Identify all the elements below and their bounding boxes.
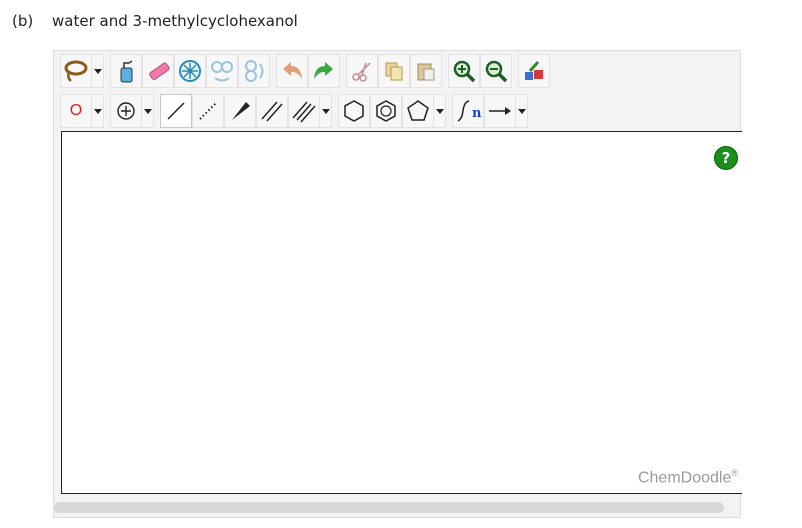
flip-horizontal-icon xyxy=(211,61,233,82)
zoom-out-icon xyxy=(485,60,508,83)
cleanup-button[interactable] xyxy=(518,54,550,88)
zoom-in-icon xyxy=(453,60,476,83)
chemdoodle-editor: O n ? ChemDoodle® xyxy=(53,50,742,518)
bond-dropdown[interactable] xyxy=(320,94,332,128)
help-button[interactable]: ? xyxy=(714,146,738,170)
center-button[interactable] xyxy=(174,54,206,88)
wedge-bond-icon xyxy=(232,102,250,120)
arrow-dropdown[interactable] xyxy=(516,94,528,128)
charge-plus-icon xyxy=(117,102,135,120)
drawing-canvas[interactable]: ? ChemDoodle® xyxy=(61,131,742,494)
arrow-button[interactable] xyxy=(484,94,516,128)
clear-button[interactable] xyxy=(110,54,142,88)
cut-button[interactable] xyxy=(346,54,378,88)
triple-bond-icon xyxy=(292,101,316,123)
chain-label: n xyxy=(472,106,482,121)
element-button[interactable]: O xyxy=(60,94,92,128)
charge-button[interactable] xyxy=(110,94,142,128)
lasso-dropdown[interactable] xyxy=(92,54,104,88)
question-text: water and 3-methylcyclohexanol xyxy=(52,12,298,30)
cleanup-icon xyxy=(525,61,543,80)
lasso-button[interactable] xyxy=(60,54,92,88)
undo-button[interactable] xyxy=(276,54,308,88)
flip-vertical-button[interactable] xyxy=(238,54,270,88)
cyclopentane-button[interactable] xyxy=(402,94,434,128)
clear-bottle-icon xyxy=(120,60,133,83)
flip-vertical-icon xyxy=(245,60,264,82)
chain-button[interactable]: n xyxy=(452,94,484,128)
copy-button[interactable] xyxy=(378,54,410,88)
cyclopentane-icon xyxy=(407,100,429,121)
arrow-icon xyxy=(489,107,511,115)
center-icon xyxy=(179,60,201,82)
cut-icon xyxy=(352,62,371,82)
zoom-in-button[interactable] xyxy=(448,54,480,88)
redo-icon xyxy=(314,62,333,79)
wedge-bond-button[interactable] xyxy=(224,94,256,128)
copy-icon xyxy=(385,62,403,81)
paste-button[interactable] xyxy=(410,54,442,88)
ring-dropdown[interactable] xyxy=(434,94,446,128)
double-bond-icon xyxy=(261,101,283,122)
lasso-icon xyxy=(64,60,88,82)
brand-registered-mark: ® xyxy=(731,467,738,478)
dashed-bond-button[interactable] xyxy=(192,94,224,128)
cyclohexane-button[interactable] xyxy=(338,94,370,128)
toolbar-row-1 xyxy=(60,53,556,89)
eraser-button[interactable] xyxy=(142,54,174,88)
toolbar-row-2: O n xyxy=(60,93,534,129)
single-bond-icon xyxy=(167,102,185,120)
zoom-out-button[interactable] xyxy=(480,54,512,88)
question-line: (b) water and 3-methylcyclohexanol xyxy=(12,12,298,30)
benzene-icon xyxy=(376,100,396,122)
charge-dropdown[interactable] xyxy=(142,94,154,128)
undo-icon xyxy=(283,62,302,79)
triple-bond-button[interactable] xyxy=(288,94,320,128)
paste-icon xyxy=(417,63,435,81)
dashed-bond-icon xyxy=(199,102,217,120)
single-bond-button[interactable] xyxy=(160,94,192,128)
flip-horizontal-button[interactable] xyxy=(206,54,238,88)
horizontal-scrollbar[interactable] xyxy=(54,502,724,513)
benzene-button[interactable] xyxy=(370,94,402,128)
chemdoodle-watermark: ChemDoodle® xyxy=(638,468,738,487)
redo-button[interactable] xyxy=(308,54,340,88)
cyclohexane-icon xyxy=(344,100,364,122)
eraser-icon xyxy=(149,62,170,80)
brand-name: ChemDoodle xyxy=(637,469,732,486)
element-dropdown[interactable] xyxy=(92,94,104,128)
question-label: (b) xyxy=(12,12,34,30)
double-bond-button[interactable] xyxy=(256,94,288,128)
